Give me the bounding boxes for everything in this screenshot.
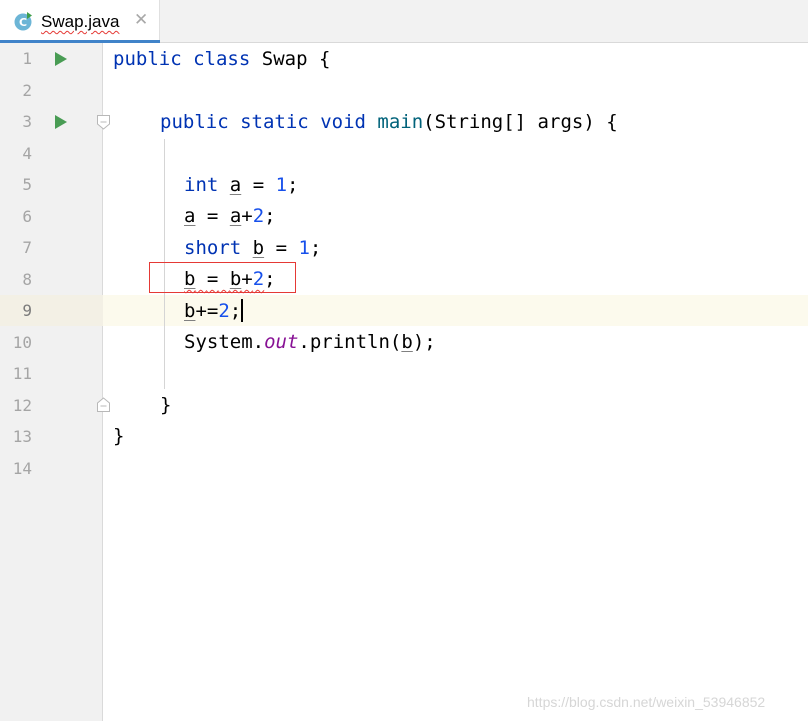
semicolon: ; [229, 300, 242, 322]
type-keyword: int [184, 174, 219, 196]
brace: } [160, 394, 172, 416]
brace: } [113, 425, 125, 447]
semicolon: ; [264, 205, 276, 227]
code-line-10: System.out.println(b); [184, 330, 436, 354]
keyword: public [160, 111, 229, 133]
line-number: 6 [22, 207, 32, 226]
number-literal: 1 [275, 174, 288, 196]
operator: = [206, 205, 219, 227]
code-line-13: } [113, 424, 124, 448]
close-paren: ); [412, 331, 436, 353]
keyword: static [240, 111, 309, 133]
code-line-6: a = a+2; [184, 204, 276, 228]
method-name: main [377, 111, 424, 133]
class-reference: System. [184, 331, 265, 353]
code-line-12: } [160, 393, 171, 417]
editor-tab-bar: C Swap.java ✕ [0, 0, 808, 43]
type-keyword: short [184, 237, 242, 259]
keyword: public [113, 48, 182, 70]
code-line-3: public static void main(String[] args) { [160, 110, 618, 134]
fold-marker-open-icon[interactable] [97, 115, 110, 130]
variable: b [184, 300, 196, 322]
current-line-highlight [0, 295, 808, 326]
annotation-box [149, 262, 296, 293]
parameters: (String[] args) [423, 111, 595, 133]
run-main-icon[interactable] [54, 115, 68, 129]
line-number: 14 [12, 459, 32, 478]
class-name: Swap [261, 48, 308, 70]
line-number: 10 [12, 333, 32, 352]
variable: a [229, 174, 242, 196]
code-line-7: short b = 1; [184, 236, 321, 260]
static-field: out [264, 331, 299, 353]
method-call: .println( [298, 331, 402, 353]
semicolon: ; [309, 237, 322, 259]
line-number: 13 [12, 427, 32, 446]
operator: += [195, 300, 219, 322]
code-editor[interactable] [103, 43, 808, 721]
code-line-1: public class Swap { [113, 47, 330, 71]
line-number: 12 [12, 396, 32, 415]
line-number: 5 [22, 175, 32, 194]
code-line-9: b+=2; [184, 299, 244, 323]
operator: = [275, 237, 288, 259]
brace: { [318, 48, 331, 70]
line-number-current: 9 [22, 301, 32, 320]
keyword: void [320, 111, 366, 133]
close-icon[interactable]: ✕ [134, 10, 148, 30]
code-line-5: int a = 1; [184, 173, 299, 197]
variable: b [252, 237, 265, 259]
brace: { [606, 111, 618, 133]
operator: = [252, 174, 265, 196]
line-number: 4 [22, 144, 32, 163]
line-number: 3 [22, 112, 32, 131]
tab-swap-java[interactable]: C Swap.java ✕ [0, 0, 160, 43]
operator: + [241, 205, 253, 227]
line-number: 7 [22, 238, 32, 257]
line-number: 8 [22, 270, 32, 289]
semicolon: ; [287, 174, 299, 196]
number-literal: 2 [252, 205, 265, 227]
fold-marker-close-icon[interactable] [97, 397, 110, 412]
tab-filename: Swap.java [41, 12, 120, 31]
number-literal: 1 [298, 237, 310, 259]
run-class-icon[interactable] [54, 52, 68, 66]
variable: a [184, 205, 196, 227]
keyword: class [193, 48, 251, 70]
line-number: 2 [22, 81, 32, 100]
watermark: https://blog.csdn.net/weixin_53946852 [527, 694, 766, 710]
java-class-icon: C [14, 12, 32, 31]
number-literal: 2 [218, 300, 230, 322]
text-caret [241, 299, 244, 322]
variable: b [401, 331, 413, 353]
svg-text:C: C [19, 16, 27, 29]
line-number: 11 [12, 364, 32, 383]
variable: a [229, 205, 242, 227]
line-number: 1 [22, 49, 32, 68]
